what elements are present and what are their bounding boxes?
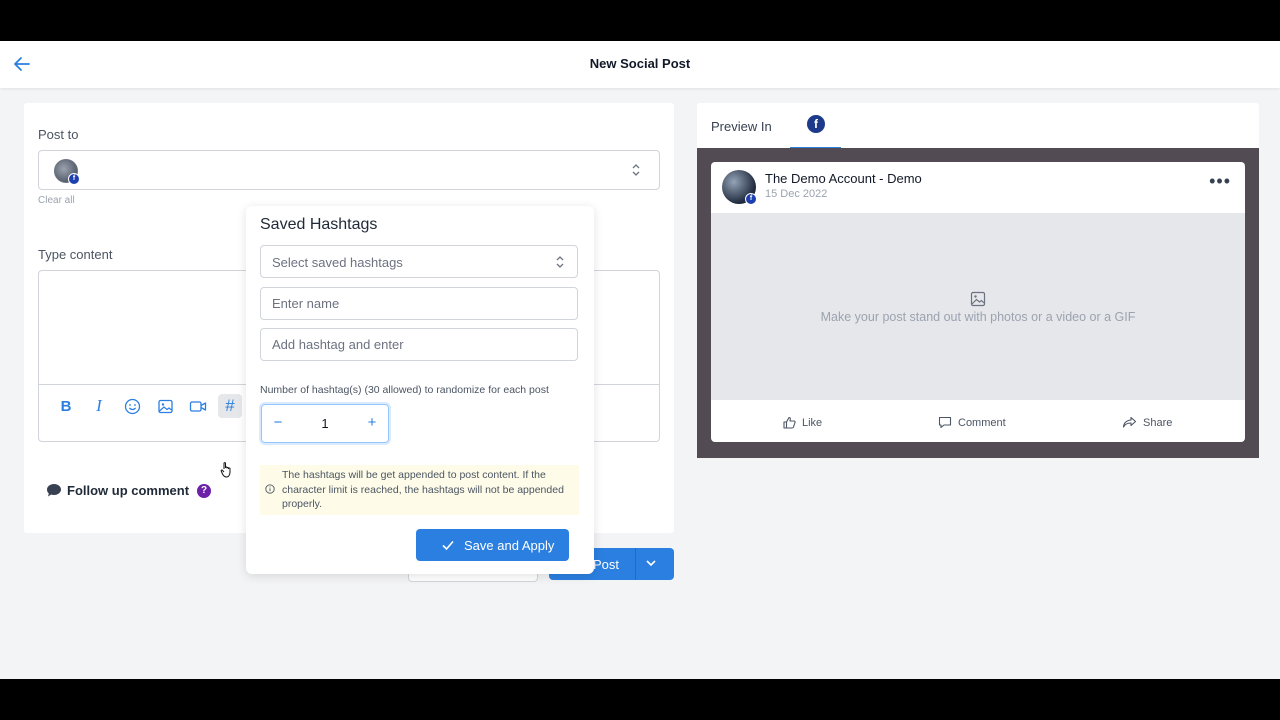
hashtag-icon: # [225,396,235,415]
follow-up-label: Follow up comment [67,483,190,498]
chevron-down-icon[interactable] [644,556,658,570]
account-avatar: f [722,170,757,205]
account-name: The Demo Account - Demo [765,171,922,186]
facebook-icon: f [807,115,825,133]
saved-hashtags-popup: Saved Hashtags Select saved hashtags Num… [246,206,594,574]
comment-bubble-icon [47,484,61,497]
hashtag-button[interactable]: # [218,394,242,418]
hand-cursor-icon [220,462,231,478]
app-window: New Social Post Post to f Clear all Type… [0,41,1280,679]
hashtag-count-label: Number of hashtag(s) (30 allowed) to ran… [260,384,549,396]
italic-icon: I [96,396,102,415]
info-icon [265,484,275,494]
bold-button[interactable]: B [54,394,78,418]
like-label: Like [802,416,823,429]
facebook-badge-icon: f [745,193,757,205]
share-action[interactable]: Share [1122,416,1172,429]
video-button[interactable] [186,394,210,418]
more-options-icon[interactable]: ••• [1209,172,1231,190]
preview-tabs: Preview In f [697,103,1259,149]
page-title: New Social Post [589,56,691,71]
image-button[interactable] [153,394,177,418]
hashtag-count-value[interactable]: 1 [306,416,344,431]
notice-text: The hashtags will be get appended to pos… [282,469,564,510]
media-placeholder: Make your post stand out with photos or … [711,213,1245,400]
emoji-icon [124,398,140,414]
comment-icon [938,416,952,429]
saved-hashtags-select[interactable]: Select saved hashtags [260,245,578,278]
save-and-apply-button[interactable]: Save and Apply [416,529,569,561]
type-content-label: Type content [38,247,113,262]
image-icon [157,399,173,413]
save-and-apply-label: Save and Apply [464,538,555,553]
updown-chevron-icon [556,256,564,268]
like-action[interactable]: Like [783,416,822,429]
tab-facebook[interactable]: f [790,103,841,149]
facebook-post-preview: f The Demo Account - Demo 15 Dec 2022 ••… [711,162,1245,442]
help-icon[interactable]: ? [197,483,212,498]
facebook-badge-icon: f [68,173,80,185]
button-divider [635,548,636,580]
video-icon [189,400,207,412]
account-avatar: f [54,159,80,185]
hashtag-name-input[interactable] [260,287,578,320]
image-icon [970,291,986,307]
clear-all-link[interactable]: Clear all [38,195,75,206]
updown-chevron-icon [632,164,640,176]
increment-button[interactable]: + [362,413,382,433]
media-hint: Make your post stand out with photos or … [820,310,1136,324]
thumbs-up-icon [783,416,796,429]
bold-icon: B [60,397,72,415]
check-icon [442,540,454,551]
preview-panel: f The Demo Account - Demo 15 Dec 2022 ••… [697,148,1259,458]
share-label: Share [1143,416,1173,429]
saved-hashtags-placeholder: Select saved hashtags [272,255,403,270]
popup-title: Saved Hashtags [260,216,378,233]
italic-button[interactable]: I [87,394,111,418]
top-bar: New Social Post [0,41,1280,88]
info-notice: The hashtags will be get appended to pos… [260,465,579,515]
share-icon [1122,416,1137,428]
decrement-button[interactable]: − [268,413,288,433]
comment-label: Comment [958,416,1006,429]
post-to-label: Post to [38,127,79,142]
post-button-label: Post [593,557,620,572]
post-date: 15 Dec 2022 [765,188,828,200]
add-hashtag-input[interactable] [260,328,578,361]
comment-action[interactable]: Comment [938,416,1006,429]
emoji-button[interactable] [120,394,144,418]
preview-in-label: Preview In [711,119,772,134]
follow-up-comment[interactable]: Follow up comment ? [46,483,212,498]
hashtag-count-stepper[interactable]: − 1 + [261,404,389,443]
post-to-select[interactable]: f [38,150,660,190]
